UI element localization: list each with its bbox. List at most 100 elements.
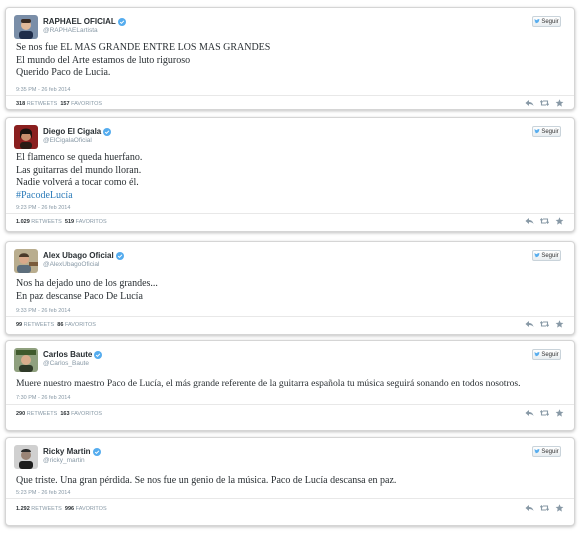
favorite-star-icon[interactable] — [555, 217, 564, 225]
verified-badge-icon — [94, 350, 103, 359]
favorite-star-icon[interactable] — [555, 320, 564, 328]
display-name[interactable]: Ricky Martin — [43, 447, 91, 456]
favorite-count[interactable]: 996 — [65, 506, 74, 512]
tweet-line: Nadie volverá a tocar como él. — [16, 177, 139, 188]
favorite-count[interactable]: 163 — [60, 411, 69, 417]
tweet-line: El flamenco se queda huerfano. — [16, 152, 143, 163]
reply-icon[interactable] — [525, 504, 534, 512]
follow-label: Seguir — [541, 18, 559, 25]
avatar[interactable] — [14, 249, 38, 273]
retweets-label: RETWEETS — [31, 506, 62, 512]
follow-button[interactable]: Seguir — [532, 250, 561, 261]
favorite-star-icon[interactable] — [555, 99, 564, 107]
divider — [6, 95, 574, 96]
hashtag-link[interactable]: #PacodeLucía — [16, 190, 142, 203]
display-name[interactable]: Carlos Baute — [43, 350, 92, 359]
display-name[interactable]: RAPHAEL OFICIAL — [43, 17, 116, 26]
verified-badge-icon — [117, 17, 126, 26]
favorite-count[interactable]: 519 — [65, 219, 74, 225]
retweet-count[interactable]: 290 — [16, 411, 25, 417]
tweet-line: El mundo del Arte estamos de luto riguro… — [16, 54, 191, 66]
tweet-stats: 290 RETWEETS 163 FAVORITOS — [16, 411, 102, 417]
tweet-card: Ricky Martin @ricky_martin Seguir Que tr… — [5, 437, 575, 526]
retweet-count[interactable]: 1.029 — [16, 219, 30, 225]
retweet-icon[interactable] — [540, 320, 549, 328]
reply-icon[interactable] — [525, 409, 534, 417]
user-handle[interactable]: @RAPHAELartista — [43, 27, 98, 34]
tweet-card: Alex Ubago Oficial @AlexUbagoOficial Seg… — [5, 241, 575, 335]
favorites-label: FAVORITOS — [75, 219, 107, 225]
divider — [6, 498, 574, 499]
retweet-icon[interactable] — [540, 99, 549, 107]
avatar[interactable] — [14, 125, 38, 149]
retweet-count[interactable]: 318 — [16, 101, 25, 107]
tweet-actions — [525, 409, 564, 417]
tweet-stats: 1.292 RETWEETS 996 FAVORITOS — [16, 506, 107, 512]
follow-button[interactable]: Seguir — [532, 16, 561, 27]
retweets-label: RETWEETS — [26, 411, 58, 417]
favorite-count[interactable]: 157 — [60, 101, 69, 107]
tweet-timestamp[interactable]: 5:23 PM - 26 feb 2014 — [16, 490, 70, 496]
divider — [6, 316, 574, 317]
divider — [6, 404, 574, 405]
tweet-line: Las guitarras del mundo lloran. — [16, 164, 142, 176]
tweet-line: Querido Paco de Lucia. — [16, 67, 111, 78]
favorites-label: FAVORITOS — [75, 506, 107, 512]
retweets-label: RETWEETS — [26, 101, 58, 107]
follow-label: Seguir — [541, 448, 559, 455]
favorite-star-icon[interactable] — [555, 504, 564, 512]
tweet-line: Se nos fue EL MAS GRANDE ENTRE LOS MAS G… — [16, 42, 271, 53]
follow-button[interactable]: Seguir — [532, 446, 561, 457]
tweet-text: Que triste. Una gran pérdida. Se nos fue… — [16, 475, 396, 488]
tweet-timestamp[interactable]: 9:23 PM - 26 feb 2014 — [16, 205, 70, 211]
tweet-line: Que triste. Una gran pérdida. Se nos fue… — [16, 475, 397, 486]
follow-button[interactable]: Seguir — [532, 126, 561, 137]
twitter-bird-icon — [534, 19, 541, 24]
tweet-stats: 318 RETWEETS 157 FAVORITOS — [16, 101, 102, 107]
follow-label: Seguir — [541, 128, 559, 135]
avatar[interactable] — [14, 348, 38, 372]
user-handle[interactable]: @AlexUbagoOficial — [43, 261, 99, 268]
verified-badge-icon — [92, 447, 101, 456]
retweet-icon[interactable] — [540, 409, 549, 417]
follow-button[interactable]: Seguir — [532, 349, 561, 360]
reply-icon[interactable] — [525, 99, 534, 107]
tweet-text: Nos ha dejado uno de los grandes... En p… — [16, 278, 158, 303]
avatar[interactable] — [14, 445, 38, 469]
retweet-count[interactable]: 99 — [16, 322, 22, 328]
tweet-timestamp[interactable]: 7:30 PM - 26 feb 2014 — [16, 395, 70, 401]
tweet-timestamp[interactable]: 9:33 PM - 26 feb 2014 — [16, 308, 70, 314]
tweet-actions — [525, 217, 564, 225]
avatar[interactable] — [14, 15, 38, 39]
tweet-card: RAPHAEL OFICIAL @RAPHAELartista Seguir S… — [5, 7, 575, 110]
tweet-line: Nos ha dejado uno de los grandes... — [16, 278, 158, 289]
display-name[interactable]: Alex Ubago Oficial — [43, 251, 114, 260]
retweet-icon[interactable] — [540, 504, 549, 512]
favorite-count[interactable]: 86 — [57, 322, 63, 328]
favorite-star-icon[interactable] — [555, 409, 564, 417]
tweet-feed: RAPHAEL OFICIAL @RAPHAELartista Seguir S… — [0, 0, 582, 533]
retweet-icon[interactable] — [540, 217, 549, 225]
tweet-actions — [525, 504, 564, 512]
verified-badge-icon — [103, 127, 112, 136]
tweet-text: El flamenco se queda huerfano. Las guita… — [16, 152, 142, 202]
user-handle[interactable]: @ricky_martin — [43, 457, 85, 464]
retweet-count[interactable]: 1.292 — [16, 506, 30, 512]
follow-label: Seguir — [541, 351, 559, 358]
tweet-stats: 99 RETWEETS 86 FAVORITOS — [16, 322, 96, 328]
retweets-label: RETWEETS — [31, 219, 62, 225]
reply-icon[interactable] — [525, 217, 534, 225]
user-handle[interactable]: @Carlos_Baute — [43, 360, 89, 367]
retweets-label: RETWEETS — [23, 322, 55, 328]
tweet-card: Diego El Cigala @ElCigalaOficial Seguir … — [5, 117, 575, 232]
tweet-timestamp[interactable]: 9:35 PM - 26 feb 2014 — [16, 87, 70, 93]
favorites-label: FAVORITOS — [71, 411, 103, 417]
reply-icon[interactable] — [525, 320, 534, 328]
tweet-line: Muere nuestro maestro Paco de Lucía, el … — [16, 378, 521, 389]
twitter-bird-icon — [534, 449, 541, 454]
twitter-bird-icon — [534, 253, 541, 258]
tweet-line: En paz descanse Paco De Lucía — [16, 290, 143, 302]
display-name[interactable]: Diego El Cigala — [43, 127, 101, 136]
user-handle[interactable]: @ElCigalaOficial — [43, 137, 92, 144]
favorites-label: FAVORITOS — [71, 101, 103, 107]
